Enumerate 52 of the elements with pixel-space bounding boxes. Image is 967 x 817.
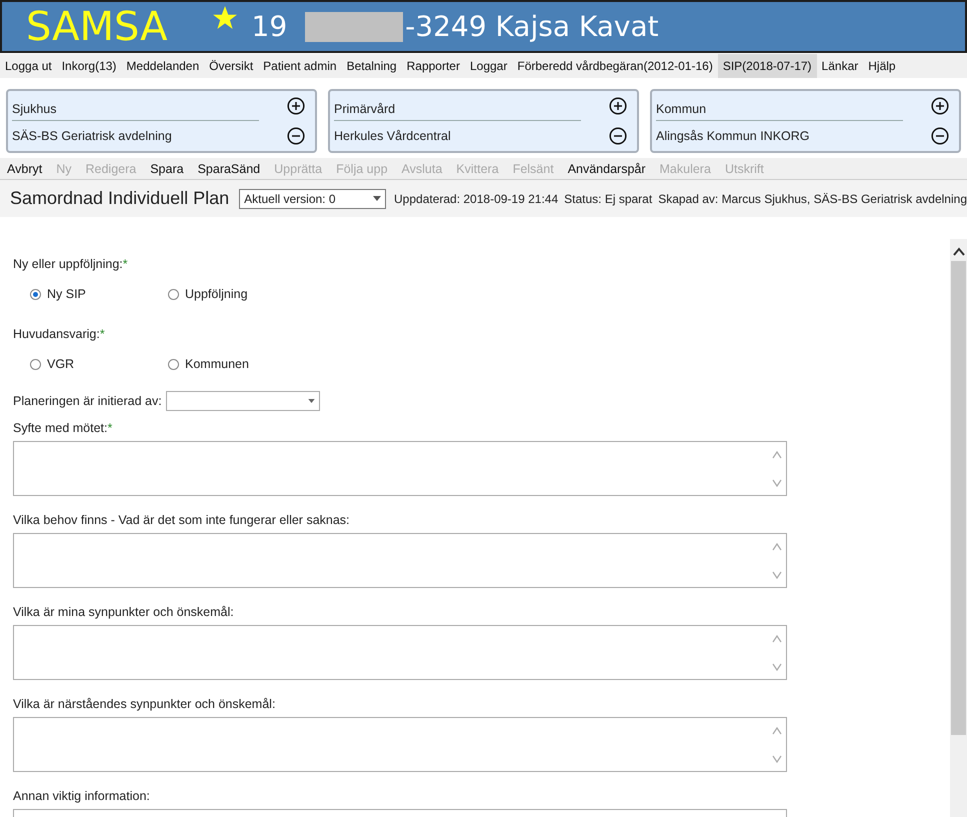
text-area[interactable] — [13, 441, 787, 496]
radio-label[interactable]: Kommunen — [185, 357, 249, 371]
status-text: Status: Ej sparat — [564, 192, 652, 206]
scrollbar[interactable] — [950, 239, 967, 817]
action-button[interactable]: Avbryt — [0, 158, 50, 179]
dropdown-field[interactable] — [166, 391, 320, 411]
radio-label[interactable]: Ny SIP — [47, 287, 86, 301]
scrollbar-thumb[interactable] — [951, 261, 966, 735]
card-title: Sjukhus — [12, 102, 259, 121]
radio-label[interactable]: VGR — [47, 357, 74, 371]
card-unit: SÄS-BS Geriatrisk avdelning — [12, 129, 173, 143]
action-button[interactable]: Användarspår — [560, 158, 653, 179]
field-label: Huvudansvarig:* — [13, 327, 106, 343]
radio-button[interactable] — [30, 358, 41, 370]
page-title: Samordnad Individuell Plan — [10, 188, 230, 209]
text-area[interactable] — [13, 625, 787, 680]
caret-icon — [308, 399, 315, 403]
scroll-up-icon[interactable] — [952, 247, 964, 257]
caret-icon — [373, 196, 381, 201]
patient-id-prefix: 19 — [252, 10, 288, 43]
card-unit: Herkules Vårdcentral — [334, 129, 452, 143]
created-by-text: Skapad av: Marcus Sjukhus, SÄS-BS Geriatrisk avdelning — [658, 192, 967, 206]
radio-button[interactable] — [168, 358, 179, 370]
updated-text: Uppdaterad: 2018-09-19 21:44 — [394, 192, 558, 206]
field-label: Annan viktig information: — [13, 789, 151, 805]
star-icon[interactable] — [212, 5, 238, 31]
patient-id-name: -3249 Kajsa Kavat — [405, 10, 659, 43]
field-label: Planeringen är initierad av: — [13, 394, 162, 408]
text-area[interactable] — [13, 533, 787, 588]
field-label: Vilka behov finns - Vad är det som inte fungerar eller saknas: — [13, 513, 351, 529]
radio-button[interactable] — [168, 288, 179, 300]
text-area[interactable] — [13, 717, 787, 772]
minus-circle-icon[interactable] — [287, 127, 305, 145]
plus-circle-icon[interactable] — [609, 97, 627, 115]
action-button[interactable]: SparaSänd — [190, 158, 268, 179]
field-label: Vilka är närståendes synpunkter och önskemål: — [13, 697, 276, 713]
plus-circle-icon[interactable] — [287, 97, 305, 115]
field-label: Ny eller uppföljning:* — [13, 257, 129, 273]
card-unit: Alingsås Kommun INKORG — [656, 129, 811, 143]
minus-circle-icon[interactable] — [609, 127, 627, 145]
menu-tab[interactable]: SIP(2018-07-17) — [718, 54, 817, 78]
field-label: Syfte med mötet:* — [13, 421, 114, 437]
card-title: Kommun — [656, 102, 903, 121]
version-dropdown[interactable]: Aktuell version: 0 — [239, 188, 386, 208]
minus-circle-icon[interactable] — [931, 127, 949, 145]
card-title: Primärvård — [334, 102, 581, 121]
field-label: Vilka är mina synpunkter och önskemål: — [13, 605, 235, 621]
action-button[interactable]: Spara — [143, 158, 191, 179]
radio-label[interactable]: Uppföljning — [185, 287, 248, 301]
app-logo: SAMSA — [26, 4, 168, 50]
plus-circle-icon[interactable] — [931, 97, 949, 115]
radio-button[interactable] — [30, 288, 41, 300]
